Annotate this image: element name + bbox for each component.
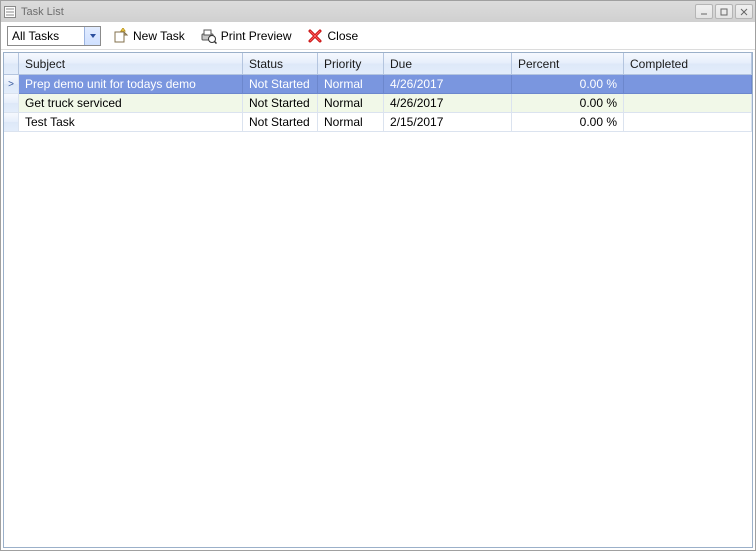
column-completed[interactable]: Completed: [624, 53, 752, 74]
window-controls: [695, 4, 753, 19]
print-preview-label: Print Preview: [221, 29, 292, 43]
minimize-button[interactable]: [695, 4, 713, 19]
cell-status: Not Started: [243, 113, 318, 132]
titlebar: Task List: [1, 1, 755, 22]
cell-subject: Test Task: [19, 113, 243, 132]
cell-priority: Normal: [318, 113, 384, 132]
row-indicator: [4, 113, 19, 132]
cell-priority: Normal: [318, 94, 384, 113]
close-button[interactable]: Close: [303, 25, 362, 47]
row-indicator: >: [4, 75, 19, 94]
column-indicator[interactable]: [4, 53, 19, 74]
toolbar: All Tasks New Task: [1, 22, 755, 50]
table-row[interactable]: Test TaskNot StartedNormal2/15/20170.00 …: [4, 113, 752, 132]
cell-status: Not Started: [243, 94, 318, 113]
grid-body[interactable]: >Prep demo unit for todays demoNot Start…: [4, 75, 752, 547]
cell-due: 2/15/2017: [384, 113, 512, 132]
close-window-button[interactable]: [735, 4, 753, 19]
task-list-window: Task List All Tasks: [0, 0, 756, 551]
filter-combobox[interactable]: All Tasks: [7, 26, 101, 46]
cell-due: 4/26/2017: [384, 94, 512, 113]
column-subject[interactable]: Subject: [19, 53, 243, 74]
cell-completed: [624, 75, 752, 94]
cell-completed: [624, 113, 752, 132]
maximize-button[interactable]: [715, 4, 733, 19]
task-grid: Subject Status Priority Due Percent Comp…: [3, 52, 753, 548]
cell-completed: [624, 94, 752, 113]
print-preview-icon: [201, 28, 217, 44]
new-task-button[interactable]: New Task: [109, 25, 189, 47]
cell-percent: 0.00 %: [512, 113, 624, 132]
column-percent[interactable]: Percent: [512, 53, 624, 74]
column-due[interactable]: Due: [384, 53, 512, 74]
print-preview-button[interactable]: Print Preview: [197, 25, 296, 47]
table-row[interactable]: >Prep demo unit for todays demoNot Start…: [4, 75, 752, 94]
column-status[interactable]: Status: [243, 53, 318, 74]
chevron-down-icon: [84, 27, 100, 45]
close-label: Close: [327, 29, 358, 43]
cell-priority: Normal: [318, 75, 384, 94]
cell-subject: Prep demo unit for todays demo: [19, 75, 243, 94]
new-task-icon: [113, 28, 129, 44]
app-icon: [3, 5, 17, 19]
cell-percent: 0.00 %: [512, 94, 624, 113]
cell-percent: 0.00 %: [512, 75, 624, 94]
cell-subject: Get truck serviced: [19, 94, 243, 113]
row-indicator: [4, 94, 19, 113]
window-title: Task List: [21, 6, 695, 18]
close-icon: [307, 28, 323, 44]
grid-header: Subject Status Priority Due Percent Comp…: [4, 53, 752, 75]
cell-due: 4/26/2017: [384, 75, 512, 94]
table-row[interactable]: Get truck servicedNot StartedNormal4/26/…: [4, 94, 752, 113]
new-task-label: New Task: [133, 29, 185, 43]
cell-status: Not Started: [243, 75, 318, 94]
column-priority[interactable]: Priority: [318, 53, 384, 74]
filter-combobox-text: All Tasks: [8, 29, 84, 43]
